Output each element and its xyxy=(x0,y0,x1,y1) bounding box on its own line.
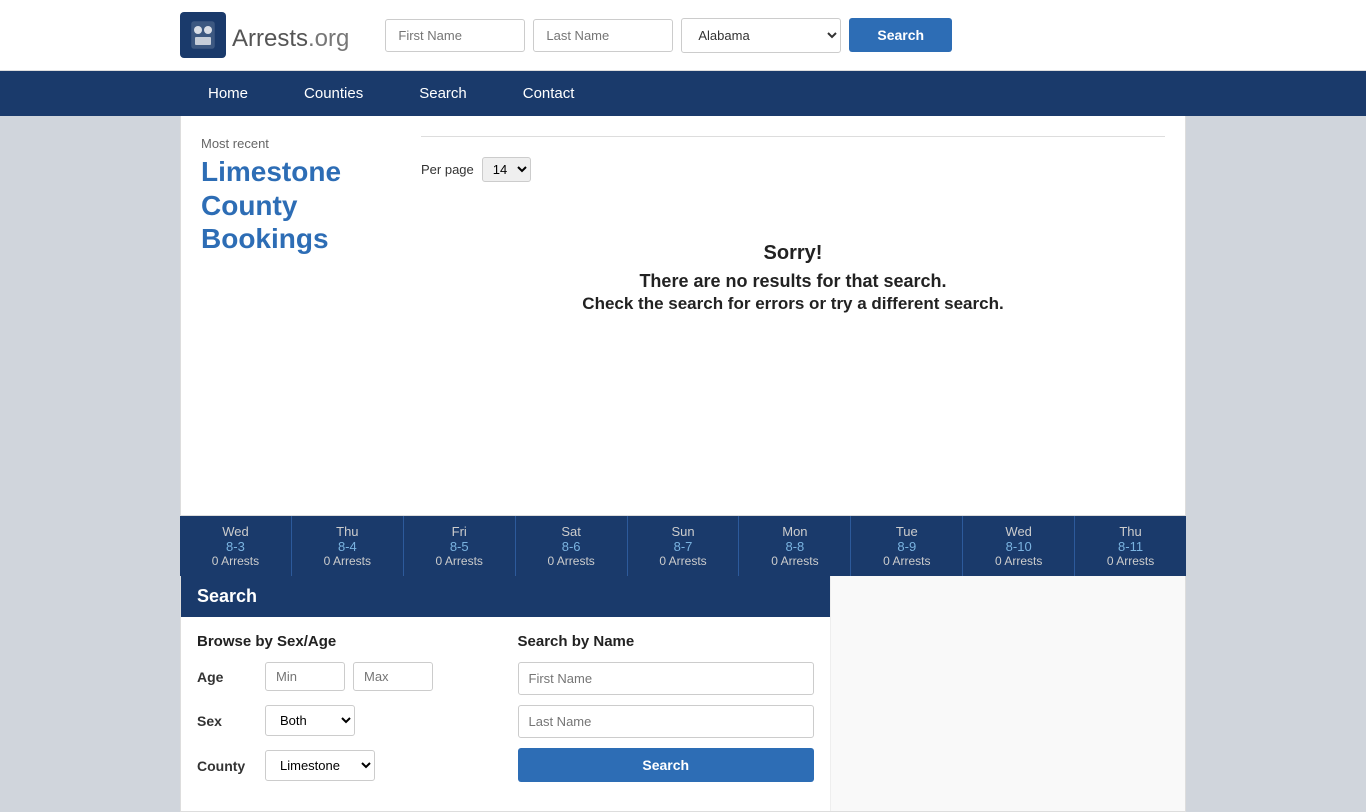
date-cell: Thu 8-11 0 Arrests xyxy=(1075,516,1186,576)
date-cell: Mon 8-8 0 Arrests xyxy=(739,516,851,576)
content-layout: Most recent Limestone County Bookings Pe… xyxy=(181,116,1185,374)
header-search-button[interactable]: Search xyxy=(849,18,952,52)
date-link[interactable]: 8-10 xyxy=(967,539,1070,554)
header-state-select[interactable]: Alabama Alaska Arizona xyxy=(681,18,841,53)
most-recent-label: Most recent xyxy=(201,136,401,151)
date-link[interactable]: 8-7 xyxy=(632,539,735,554)
no-results-line2: There are no results for that search. xyxy=(441,271,1145,292)
no-results-line3: Check the search for errors or try a dif… xyxy=(441,294,1145,314)
no-results-sorry: Sorry! xyxy=(441,242,1145,265)
logo-icon xyxy=(180,12,226,58)
right-panel xyxy=(831,576,1185,811)
logo-text: Arrests.org xyxy=(232,17,349,54)
age-max-input[interactable] xyxy=(353,662,433,691)
county-title: Limestone County Bookings xyxy=(201,155,401,256)
logo-suffix: .org xyxy=(308,25,349,52)
date-cell: Fri 8-5 0 Arrests xyxy=(404,516,516,576)
county-label: County xyxy=(197,758,257,774)
age-row: Age xyxy=(197,662,494,691)
date-link[interactable]: 8-8 xyxy=(743,539,846,554)
date-cell: Sat 8-6 0 Arrests xyxy=(516,516,628,576)
date-link[interactable]: 8-9 xyxy=(855,539,958,554)
sex-row: Sex Both Male Female xyxy=(197,705,494,736)
per-page-label: Per page xyxy=(421,162,474,177)
date-link[interactable]: 8-6 xyxy=(520,539,623,554)
date-cell: Sun 8-7 0 Arrests xyxy=(628,516,740,576)
sex-label: Sex xyxy=(197,713,257,729)
browse-title: Browse by Sex/Age xyxy=(197,633,494,650)
county-select[interactable]: Limestone xyxy=(265,750,375,781)
nav-item-counties[interactable]: Counties xyxy=(276,71,391,116)
nav-item-home[interactable]: Home xyxy=(180,71,276,116)
divider xyxy=(421,136,1165,137)
logo: Arrests.org xyxy=(180,12,349,58)
name-search-last-input[interactable] xyxy=(518,705,815,738)
main-content: Most recent Limestone County Bookings Pe… xyxy=(180,116,1186,516)
header-search-form: Alabama Alaska Arizona Search xyxy=(385,18,1186,53)
header-last-name-input[interactable] xyxy=(533,19,673,52)
search-panel: Search Browse by Sex/Age Age Sex Both Ma… xyxy=(181,576,831,811)
per-page-bar: Per page 14 10 20 50 xyxy=(421,157,1165,182)
date-cell: Thu 8-4 0 Arrests xyxy=(292,516,404,576)
no-results-message: Sorry! There are no results for that sea… xyxy=(421,202,1165,354)
date-strip: Wed 8-3 0 Arrests Thu 8-4 0 Arrests Fri … xyxy=(180,516,1186,576)
name-search-button[interactable]: Search xyxy=(518,748,815,782)
nav-item-search[interactable]: Search xyxy=(391,71,495,116)
name-search-first-input[interactable] xyxy=(518,662,815,695)
date-link[interactable]: 8-3 xyxy=(184,539,287,554)
date-link[interactable]: 8-5 xyxy=(408,539,511,554)
nav-bar: Home Counties Search Contact xyxy=(0,71,1366,116)
date-link[interactable]: 8-4 xyxy=(296,539,399,554)
search-panel-body: Browse by Sex/Age Age Sex Both Male Fema… xyxy=(181,617,830,811)
date-cell: Wed 8-10 0 Arrests xyxy=(963,516,1075,576)
header-first-name-input[interactable] xyxy=(385,19,525,52)
sidebar: Most recent Limestone County Bookings xyxy=(201,136,401,354)
page-header: Arrests.org Alabama Alaska Arizona Searc… xyxy=(0,0,1366,71)
date-link[interactable]: 8-11 xyxy=(1079,539,1182,554)
sex-select[interactable]: Both Male Female xyxy=(265,705,355,736)
age-label: Age xyxy=(197,669,257,685)
logo-brand: Arrests xyxy=(232,25,308,52)
per-page-select[interactable]: 14 10 20 50 xyxy=(482,157,531,182)
date-cell: Wed 8-3 0 Arrests xyxy=(180,516,292,576)
search-panel-header: Search xyxy=(181,576,830,617)
age-min-input[interactable] xyxy=(265,662,345,691)
name-search-section: Search by Name Search xyxy=(518,633,815,795)
name-search-title: Search by Name xyxy=(518,633,815,650)
nav-item-contact[interactable]: Contact xyxy=(495,71,603,116)
browse-section: Browse by Sex/Age Age Sex Both Male Fema… xyxy=(197,633,494,795)
date-cell: Tue 8-9 0 Arrests xyxy=(851,516,963,576)
main-area: Per page 14 10 20 50 Sorry! There are no… xyxy=(421,136,1165,354)
bottom-section: Search Browse by Sex/Age Age Sex Both Ma… xyxy=(180,576,1186,812)
county-row: County Limestone xyxy=(197,750,494,781)
